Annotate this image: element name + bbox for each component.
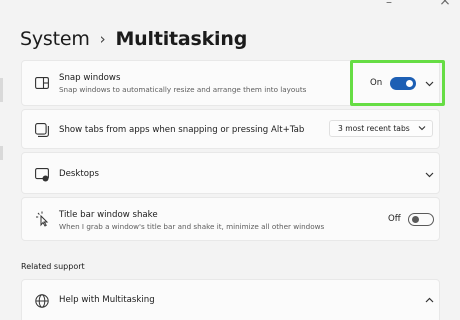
minimize-button[interactable]: – (384, 0, 394, 8)
nav-edge-mark (0, 78, 3, 102)
alt-tab-title: Show tabs from apps when snapping or pre… (59, 125, 305, 135)
snap-windows-title: Snap windows (59, 73, 121, 83)
close-button[interactable]: × (438, 0, 452, 8)
alt-tab-dropdown-value: 3 most recent tabs (338, 124, 410, 133)
breadcrumb-separator: › (99, 30, 106, 48)
window-shake-subtitle: When I grab a window's title bar and sha… (59, 222, 325, 231)
title-bar: – × (0, 0, 460, 12)
globe-icon (34, 293, 50, 309)
nav-edge-mark (0, 146, 3, 160)
snap-windows-subtitle: Snap windows to automatically resize and… (59, 85, 307, 94)
chevron-up-icon[interactable] (423, 294, 435, 306)
help-multitasking-title: Help with Multitasking (59, 295, 155, 305)
page-title: Multitasking (115, 28, 248, 50)
highlight-box (350, 60, 445, 106)
desktops-icon (34, 167, 50, 183)
chevron-down-icon[interactable] (423, 169, 435, 181)
desktops-title: Desktops (59, 169, 99, 179)
help-multitasking-card[interactable]: Help with Multitasking (21, 279, 440, 320)
title-bar-shake-icon (34, 211, 50, 227)
breadcrumb: System › Multitasking (20, 26, 247, 52)
chevron-down-icon (418, 124, 426, 132)
tabs-windows-icon (34, 122, 50, 138)
window-shake-title: Title bar window shake (59, 210, 158, 220)
window-shake-toggle[interactable] (408, 213, 434, 226)
snap-windows-icon (34, 75, 50, 91)
shake-toggle-label: Off (388, 214, 401, 224)
window-shake-card: Title bar window shake When I grab a win… (21, 197, 440, 241)
related-support-heading: Related support (21, 262, 85, 271)
breadcrumb-parent[interactable]: System (20, 28, 90, 50)
alt-tab-dropdown[interactable]: 3 most recent tabs (329, 120, 433, 137)
desktops-card[interactable]: Desktops (21, 152, 440, 194)
